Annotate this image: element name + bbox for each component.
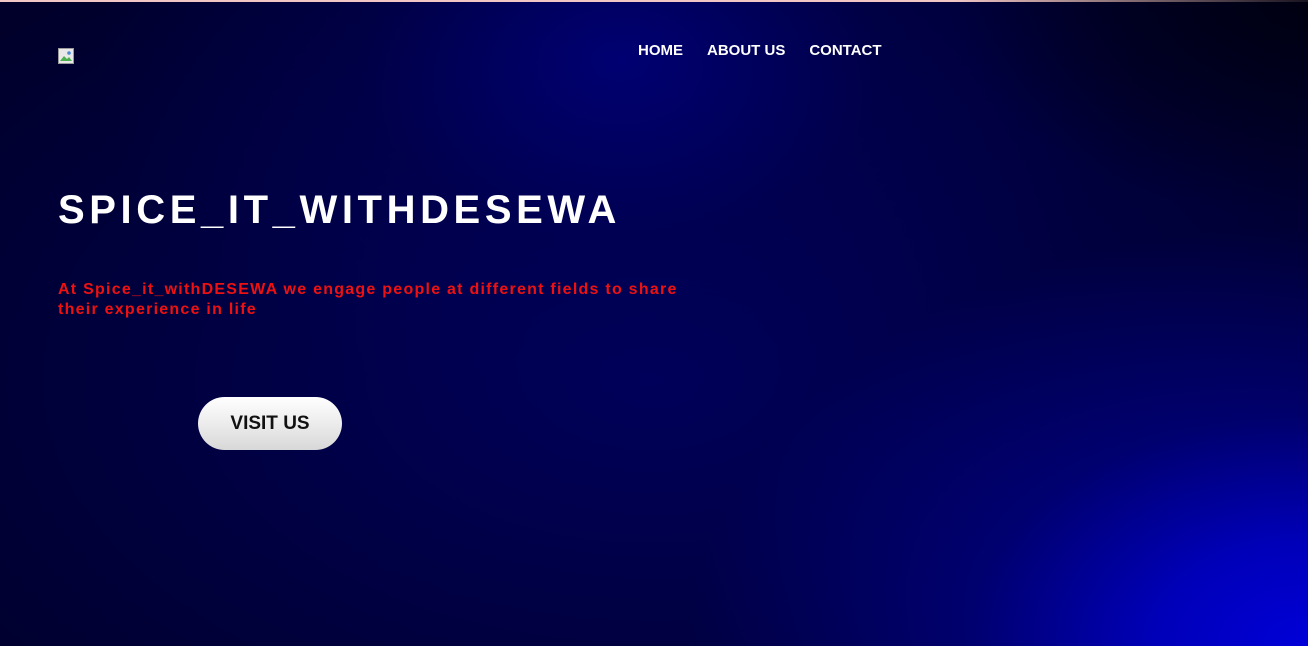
background-shade <box>948 0 1308 220</box>
hero-title: SPICE_IT_WITHDESEWA <box>58 188 622 232</box>
broken-image-icon[interactable] <box>58 48 74 64</box>
nav-about-us-link[interactable]: ABOUT US <box>707 42 785 59</box>
nav-home-link[interactable]: HOME <box>638 42 683 59</box>
main-nav: HOME ABOUT US CONTACT <box>638 42 882 59</box>
top-border-line <box>0 0 1308 2</box>
hero-description: At Spice_it_withDESEWA we engage people … <box>58 281 678 318</box>
nav-contact-link[interactable]: CONTACT <box>809 42 881 59</box>
visit-us-button[interactable]: VISIT US <box>198 397 342 450</box>
